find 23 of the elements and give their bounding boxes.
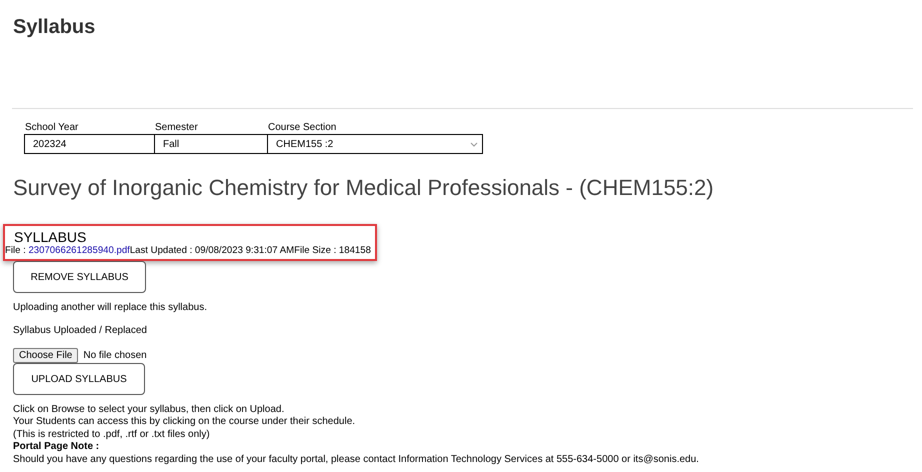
portal-note-text: Should you have any questions regarding the use of your faculty portal, please contact Information Technology Services at 555-634-5000 or its@sonis.edu. bbox=[13, 454, 700, 466]
choose-file-button[interactable]: Choose File bbox=[13, 348, 78, 363]
upload-syllabus-button[interactable]: UPLOAD SYLLABUS bbox=[13, 363, 145, 395]
filter-field[interactable]: 202324 bbox=[24, 134, 155, 154]
page-title: Syllabus bbox=[13, 15, 96, 39]
instruction-text: Your Students can access this by clicking on the course under their schedule. bbox=[13, 416, 356, 429]
file-link[interactable]: 2307066261285940.pdf bbox=[28, 245, 130, 256]
upload-status: Syllabus Uploaded / Replaced bbox=[13, 325, 147, 337]
filter-label: Semester bbox=[155, 122, 199, 134]
remove-syllabus-button[interactable]: REMOVE SYLLABUS bbox=[13, 261, 146, 293]
syllabus-heading: SYLLABUS bbox=[14, 229, 86, 245]
replace-note: Uploading another will replace this syllabus. bbox=[13, 302, 207, 314]
instruction-text: (This is restricted to .pdf, .rtf or .txt files only) bbox=[13, 428, 211, 442]
file-info: File : 2307066261285940.pdfLast Updated : 09/08/2023 9:31:07 AMFile Size : 184158 bbox=[5, 245, 371, 257]
file-status: No file chosen bbox=[83, 350, 147, 361]
portal-note-heading: Portal Page Note : bbox=[13, 441, 100, 452]
course-title: Survey of Inorganic Chemistry for Medical Professionals - (CHEM155:2) bbox=[13, 175, 714, 201]
course-section-dropdown[interactable]: CHEM155 :2 bbox=[267, 134, 483, 154]
instruction-text: Click on Browse to select your syllabus, then click on Upload. bbox=[13, 404, 286, 416]
filter-label: School Year bbox=[25, 122, 80, 134]
filter-field[interactable]: Fall bbox=[154, 134, 268, 154]
filter-label: Course Section bbox=[268, 122, 338, 134]
chevron-icon bbox=[470, 142, 478, 146]
